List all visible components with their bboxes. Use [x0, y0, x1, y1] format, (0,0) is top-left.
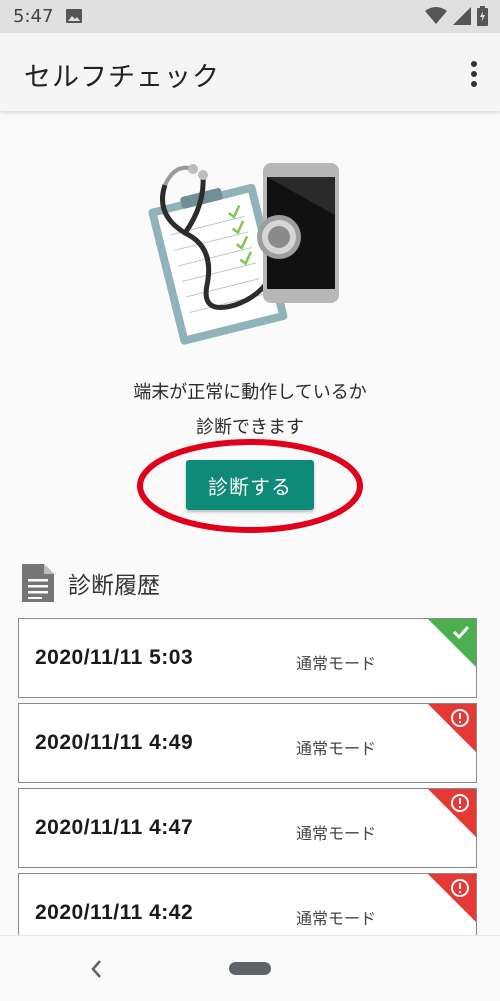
status-time: 5:47	[13, 6, 54, 27]
history-item-date: 2020/11/11 4:47	[35, 816, 194, 839]
history-item-mode: 通常モード	[296, 909, 377, 928]
history-item-mode: 通常モード	[296, 739, 377, 758]
history-item-mode: 通常モード	[296, 654, 377, 673]
status-bar: 5:47	[0, 0, 500, 33]
document-icon	[22, 564, 54, 602]
alert-icon	[428, 874, 476, 922]
history-item-mode: 通常モード	[296, 824, 377, 843]
home-pill-icon[interactable]	[229, 962, 271, 975]
alert-icon	[428, 789, 476, 837]
image-icon	[66, 9, 82, 23]
description-line-1: 端末が正常に動作しているか	[133, 382, 367, 403]
check-icon	[428, 619, 476, 667]
back-chevron-icon[interactable]	[88, 958, 104, 980]
signal-icon	[453, 7, 471, 25]
history-item[interactable]: 2020/11/11 4:49 通常モード	[18, 703, 477, 783]
battery-icon	[477, 6, 488, 26]
status-icons	[425, 6, 488, 26]
navigation-bar	[0, 935, 500, 1001]
diagnose-button[interactable]: 診断する	[186, 460, 314, 510]
history-item[interactable]: 2020/11/11 5:03 通常モード	[18, 618, 477, 698]
history-item[interactable]: 2020/11/11 4:47 通常モード	[18, 788, 477, 868]
wifi-icon	[425, 7, 447, 24]
description-line-2: 診断できます	[196, 417, 304, 438]
history-item-date: 2020/11/11 5:03	[35, 646, 194, 669]
alert-icon	[428, 704, 476, 752]
app-bar: セルフチェック	[0, 33, 500, 111]
history-title: 診断履歴	[68, 573, 160, 599]
history-item-date: 2020/11/11 4:42	[35, 901, 194, 924]
clipboard-stethoscope-phone-illustration	[148, 163, 339, 345]
history-item-date: 2020/11/11 4:49	[35, 731, 194, 754]
page-title: セルフチェック	[24, 62, 220, 93]
overflow-menu-icon[interactable]	[468, 59, 480, 89]
